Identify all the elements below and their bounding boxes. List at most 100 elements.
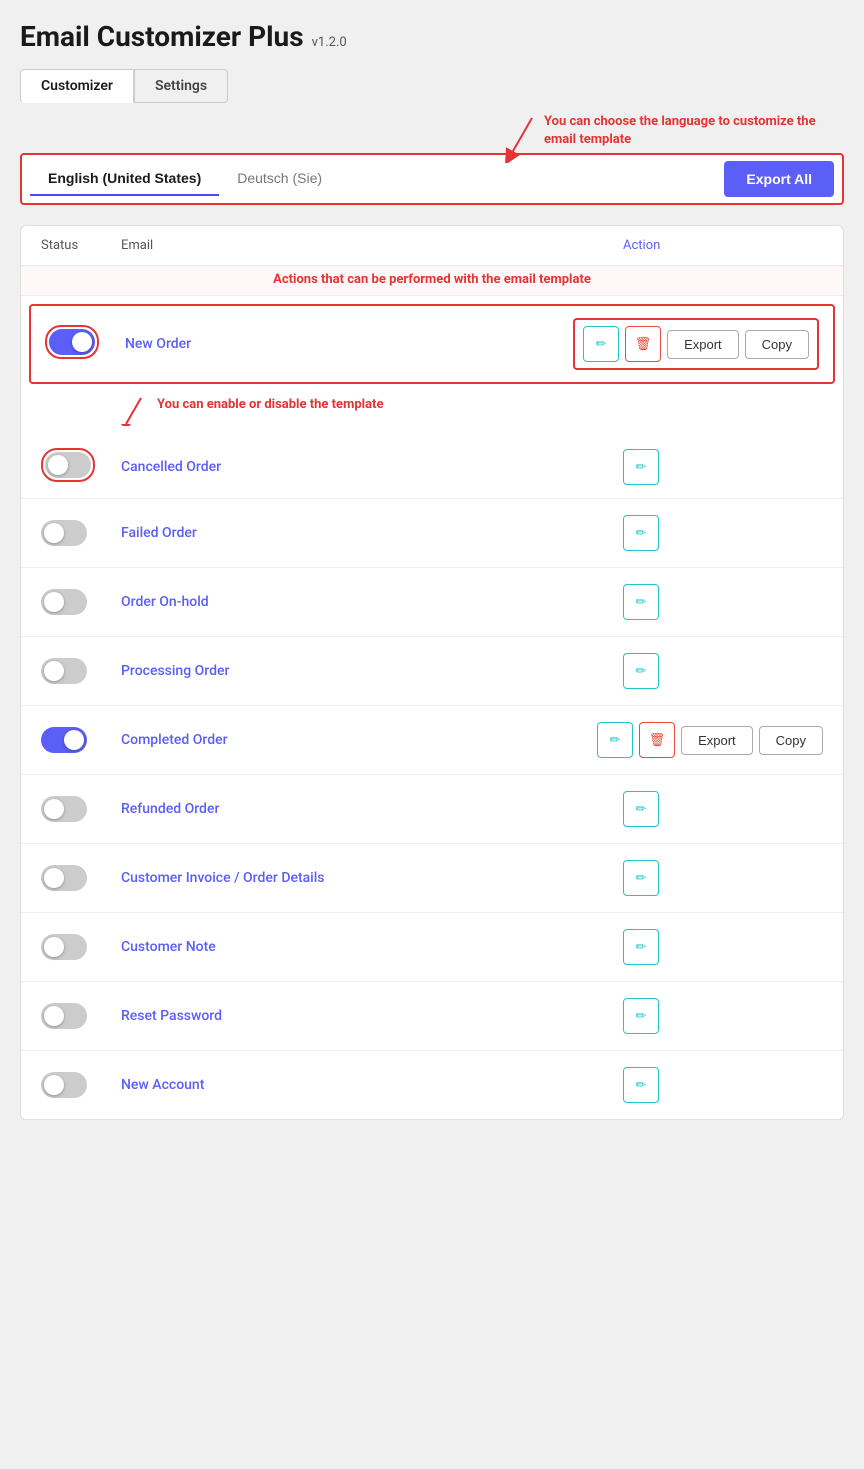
action-buttons-reset-password: ✏ xyxy=(623,998,823,1034)
enable-disable-annotation-container: You can enable or disable the template xyxy=(21,392,843,436)
action-buttons-processing-order: ✏ xyxy=(623,653,823,689)
pencil-icon: ✏ xyxy=(610,732,621,748)
edit-button-customer-note[interactable]: ✏ xyxy=(623,929,659,965)
row-customer-note: Customer Note ✏ xyxy=(21,913,843,982)
app-title: Email Customizer Plus xyxy=(20,20,304,53)
toggle-new-order[interactable] xyxy=(49,329,95,355)
row-reset-password: Reset Password ✏ xyxy=(21,982,843,1051)
edit-button-cancelled-order[interactable]: ✏ xyxy=(623,449,659,485)
email-name-reset-password: Reset Password xyxy=(121,1008,623,1024)
edit-button-completed-order[interactable]: ✏ xyxy=(597,722,633,758)
actions-annotation-text: Actions that can be performed with the e… xyxy=(41,272,823,287)
action-buttons-customer-invoice: ✏ xyxy=(623,860,823,896)
email-name-processing-order: Processing Order xyxy=(121,663,623,679)
delete-button-completed-order[interactable]: 🗑 xyxy=(639,722,675,758)
language-annotation-text: You can choose the language to customize… xyxy=(544,113,844,149)
action-buttons-cancelled-order: ✏ xyxy=(623,449,823,485)
row-failed-order: Failed Order ✏ xyxy=(21,499,843,568)
pencil-icon: ✏ xyxy=(636,870,647,886)
actions-annotation-container: Actions that can be performed with the e… xyxy=(21,266,843,296)
email-name-order-on-hold: Order On-hold xyxy=(121,594,623,610)
toggle-customer-note[interactable] xyxy=(41,934,87,960)
row-new-account: New Account ✏ xyxy=(21,1051,843,1119)
enable-disable-text: You can enable or disable the template xyxy=(157,396,383,414)
email-name-customer-invoice: Customer Invoice / Order Details xyxy=(121,870,623,886)
page-container: Email Customizer Plus v1.2.0 Customizer … xyxy=(20,20,844,1120)
email-name-new-account: New Account xyxy=(121,1077,623,1093)
email-name-failed-order: Failed Order xyxy=(121,525,623,541)
table-header: Status Email Action xyxy=(21,226,843,266)
tab-settings[interactable]: Settings xyxy=(134,69,228,103)
pencil-icon: ✏ xyxy=(636,939,647,955)
toggle-new-account[interactable] xyxy=(41,1072,87,1098)
action-buttons-customer-note: ✏ xyxy=(623,929,823,965)
edit-button-reset-password[interactable]: ✏ xyxy=(623,998,659,1034)
row-order-on-hold: Order On-hold ✏ xyxy=(21,568,843,637)
row-new-order: New Order ✏ 🗑 Export Copy xyxy=(29,304,835,384)
row-customer-invoice: Customer Invoice / Order Details ✏ xyxy=(21,844,843,913)
pencil-icon: ✏ xyxy=(636,801,647,817)
pencil-icon: ✏ xyxy=(596,336,607,352)
edit-button-failed-order[interactable]: ✏ xyxy=(623,515,659,551)
row-refunded-order: Refunded Order ✏ xyxy=(21,775,843,844)
app-header: Email Customizer Plus v1.2.0 xyxy=(20,20,844,53)
toggle-processing-order[interactable] xyxy=(41,658,87,684)
action-buttons-new-account: ✏ xyxy=(623,1067,823,1103)
export-button-completed-order[interactable]: Export xyxy=(681,726,753,755)
main-card: Status Email Action Actions that can be … xyxy=(20,225,844,1120)
language-tabs: English (United States) Deutsch (Sie) xyxy=(30,162,340,196)
email-name-completed-order: Completed Order xyxy=(121,732,597,748)
toggle-cancelled-order[interactable] xyxy=(45,452,91,478)
toggle-failed-order[interactable] xyxy=(41,520,87,546)
toggle-reset-password[interactable] xyxy=(41,1003,87,1029)
toggle-new-order-highlight xyxy=(45,325,99,359)
edit-button-refunded-order[interactable]: ✏ xyxy=(623,791,659,827)
copy-button-new-order[interactable]: Copy xyxy=(745,330,809,359)
edit-button-order-on-hold[interactable]: ✏ xyxy=(623,584,659,620)
nav-tabs: Customizer Settings xyxy=(20,69,844,103)
email-name-customer-note: Customer Note xyxy=(121,939,623,955)
action-buttons-new-order: ✏ 🗑 Export Copy xyxy=(573,318,819,370)
export-all-button[interactable]: Export All xyxy=(724,161,834,197)
edit-button-processing-order[interactable]: ✏ xyxy=(623,653,659,689)
tab-customizer[interactable]: Customizer xyxy=(20,69,134,103)
toggle-completed-order[interactable] xyxy=(41,727,87,753)
toggle-customer-invoice[interactable] xyxy=(41,865,87,891)
row-completed-order: Completed Order ✏ 🗑 Export Copy xyxy=(21,706,843,775)
action-buttons-failed-order: ✏ xyxy=(623,515,823,551)
pencil-icon: ✏ xyxy=(636,459,647,475)
app-version: v1.2.0 xyxy=(312,35,347,50)
toggle-cancelled-order-highlight xyxy=(41,448,95,482)
row-cancelled-order: Cancelled Order ✏ xyxy=(21,436,843,499)
pencil-icon: ✏ xyxy=(636,1008,647,1024)
email-name-new-order: New Order xyxy=(125,336,573,352)
toggle-refunded-order[interactable] xyxy=(41,796,87,822)
col-action-header: Action xyxy=(623,238,823,253)
email-name-refunded-order: Refunded Order xyxy=(121,801,623,817)
action-buttons-order-on-hold: ✏ xyxy=(623,584,823,620)
edit-button-new-order[interactable]: ✏ xyxy=(583,326,619,362)
trash-icon: 🗑 xyxy=(635,336,652,352)
email-name-cancelled-order: Cancelled Order xyxy=(121,459,623,475)
pencil-icon: ✏ xyxy=(636,594,647,610)
col-status-header: Status xyxy=(41,238,121,253)
pencil-icon: ✏ xyxy=(636,1077,647,1093)
pencil-icon: ✏ xyxy=(636,525,647,541)
annotation-arrow-toggle xyxy=(121,396,151,426)
annotation-arrow-language xyxy=(504,113,534,163)
lang-export-row: English (United States) Deutsch (Sie) Ex… xyxy=(20,153,844,205)
edit-button-customer-invoice[interactable]: ✏ xyxy=(623,860,659,896)
edit-button-new-account[interactable]: ✏ xyxy=(623,1067,659,1103)
col-email-header: Email xyxy=(121,238,623,253)
row-processing-order: Processing Order ✏ xyxy=(21,637,843,706)
copy-button-completed-order[interactable]: Copy xyxy=(759,726,823,755)
export-button-new-order[interactable]: Export xyxy=(667,330,739,359)
lang-tab-english[interactable]: English (United States) xyxy=(30,162,219,196)
trash-icon: 🗑 xyxy=(649,732,666,748)
pencil-icon: ✏ xyxy=(636,663,647,679)
action-buttons-refunded-order: ✏ xyxy=(623,791,823,827)
delete-button-new-order[interactable]: 🗑 xyxy=(625,326,661,362)
lang-tab-deutsch[interactable]: Deutsch (Sie) xyxy=(219,162,340,196)
toggle-order-on-hold[interactable] xyxy=(41,589,87,615)
action-buttons-completed-order: ✏ 🗑 Export Copy xyxy=(597,722,823,758)
